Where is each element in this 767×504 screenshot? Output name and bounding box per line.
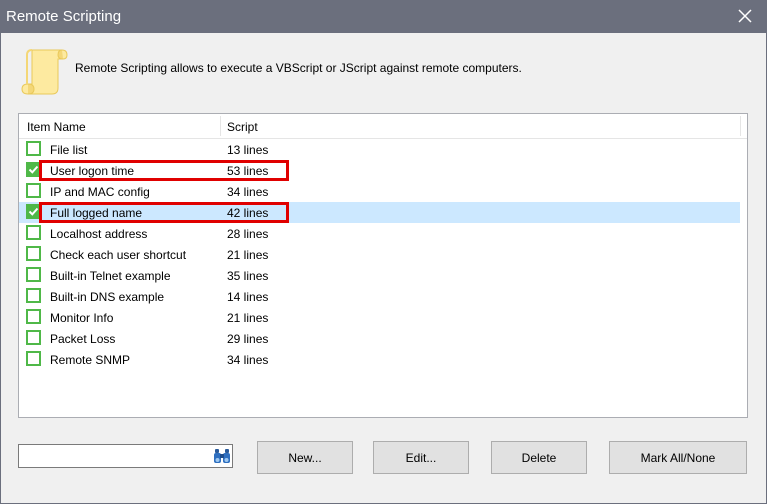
checkbox-unchecked[interactable] xyxy=(26,246,41,261)
column-divider[interactable] xyxy=(740,116,741,136)
list-item[interactable]: Remote SNMP 34 lines xyxy=(19,349,740,370)
item-name: Built-in DNS example xyxy=(50,290,165,304)
item-script-lines: 34 lines xyxy=(227,353,269,367)
checkbox-unchecked[interactable] xyxy=(26,288,41,303)
item-script-lines: 13 lines xyxy=(227,143,269,157)
mark-all-none-button[interactable]: Mark All/None xyxy=(609,441,747,474)
find-button[interactable] xyxy=(213,447,231,468)
checkbox-checked[interactable] xyxy=(26,162,41,177)
list-item[interactable]: Localhost address 28 lines xyxy=(19,223,740,244)
column-header-item-name[interactable]: Item Name xyxy=(27,120,86,134)
window-title: Remote Scripting xyxy=(6,8,122,25)
close-button[interactable] xyxy=(731,3,759,29)
scroll-icon xyxy=(21,49,68,95)
item-script-lines: 21 lines xyxy=(227,248,269,262)
item-name: Full logged name xyxy=(50,206,143,220)
binoculars-icon xyxy=(214,449,230,463)
item-name: Monitor Info xyxy=(50,311,114,325)
item-script-lines: 42 lines xyxy=(227,206,269,220)
search-box[interactable] xyxy=(18,444,233,468)
item-script-lines: 34 lines xyxy=(227,185,269,199)
item-name: Localhost address xyxy=(50,227,148,241)
checkbox-unchecked[interactable] xyxy=(26,267,41,282)
column-divider[interactable] xyxy=(220,116,221,136)
title-bar: Remote Scripting xyxy=(0,0,767,33)
item-name: File list xyxy=(50,143,88,157)
checkmark-icon xyxy=(28,207,39,216)
search-input[interactable] xyxy=(21,447,210,467)
checkbox-unchecked[interactable] xyxy=(26,183,41,198)
checkbox-unchecked[interactable] xyxy=(26,225,41,240)
delete-button[interactable]: Delete xyxy=(491,441,587,474)
item-name: Remote SNMP xyxy=(50,353,131,367)
list-item[interactable]: Full logged name 42 lines xyxy=(19,202,740,223)
description-text: Remote Scripting allows to execute a VBS… xyxy=(75,61,522,75)
list-item[interactable]: Built-in DNS example 14 lines xyxy=(19,286,740,307)
item-name: Check each user shortcut xyxy=(50,248,187,262)
checkbox-checked[interactable] xyxy=(26,204,41,219)
checkbox-unchecked[interactable] xyxy=(26,309,41,324)
item-script-lines: 35 lines xyxy=(227,269,269,283)
checkbox-unchecked[interactable] xyxy=(26,351,41,366)
new-button[interactable]: New... xyxy=(257,441,353,474)
close-icon xyxy=(738,9,752,23)
script-list[interactable]: Item Name Script File list 13 lines User l… xyxy=(18,113,748,418)
item-script-lines: 14 lines xyxy=(227,290,269,304)
item-name: IP and MAC config xyxy=(50,185,150,199)
item-script-lines: 21 lines xyxy=(227,311,269,325)
item-script-lines: 28 lines xyxy=(227,227,269,241)
checkbox-unchecked[interactable] xyxy=(26,141,41,156)
list-item[interactable]: Packet Loss 29 lines xyxy=(19,328,740,349)
item-name: Packet Loss xyxy=(50,332,116,346)
edit-button[interactable]: Edit... xyxy=(373,441,469,474)
list-item[interactable]: IP and MAC config 34 lines xyxy=(19,181,740,202)
checkmark-icon xyxy=(28,165,39,174)
list-item[interactable]: User logon time 53 lines xyxy=(19,160,740,181)
list-item[interactable]: Monitor Info 21 lines xyxy=(19,307,740,328)
item-script-lines: 53 lines xyxy=(227,164,269,178)
list-item[interactable]: Check each user shortcut 21 lines xyxy=(19,244,740,265)
list-item[interactable]: Built-in Telnet example 35 lines xyxy=(19,265,740,286)
item-name: User logon time xyxy=(50,164,135,178)
item-name: Built-in Telnet example xyxy=(50,269,171,283)
list-item[interactable]: File list 13 lines xyxy=(19,139,740,160)
column-header-script[interactable]: Script xyxy=(227,120,258,134)
item-script-lines: 29 lines xyxy=(227,332,269,346)
checkbox-unchecked[interactable] xyxy=(26,330,41,345)
list-header: Item Name Script xyxy=(19,114,747,139)
